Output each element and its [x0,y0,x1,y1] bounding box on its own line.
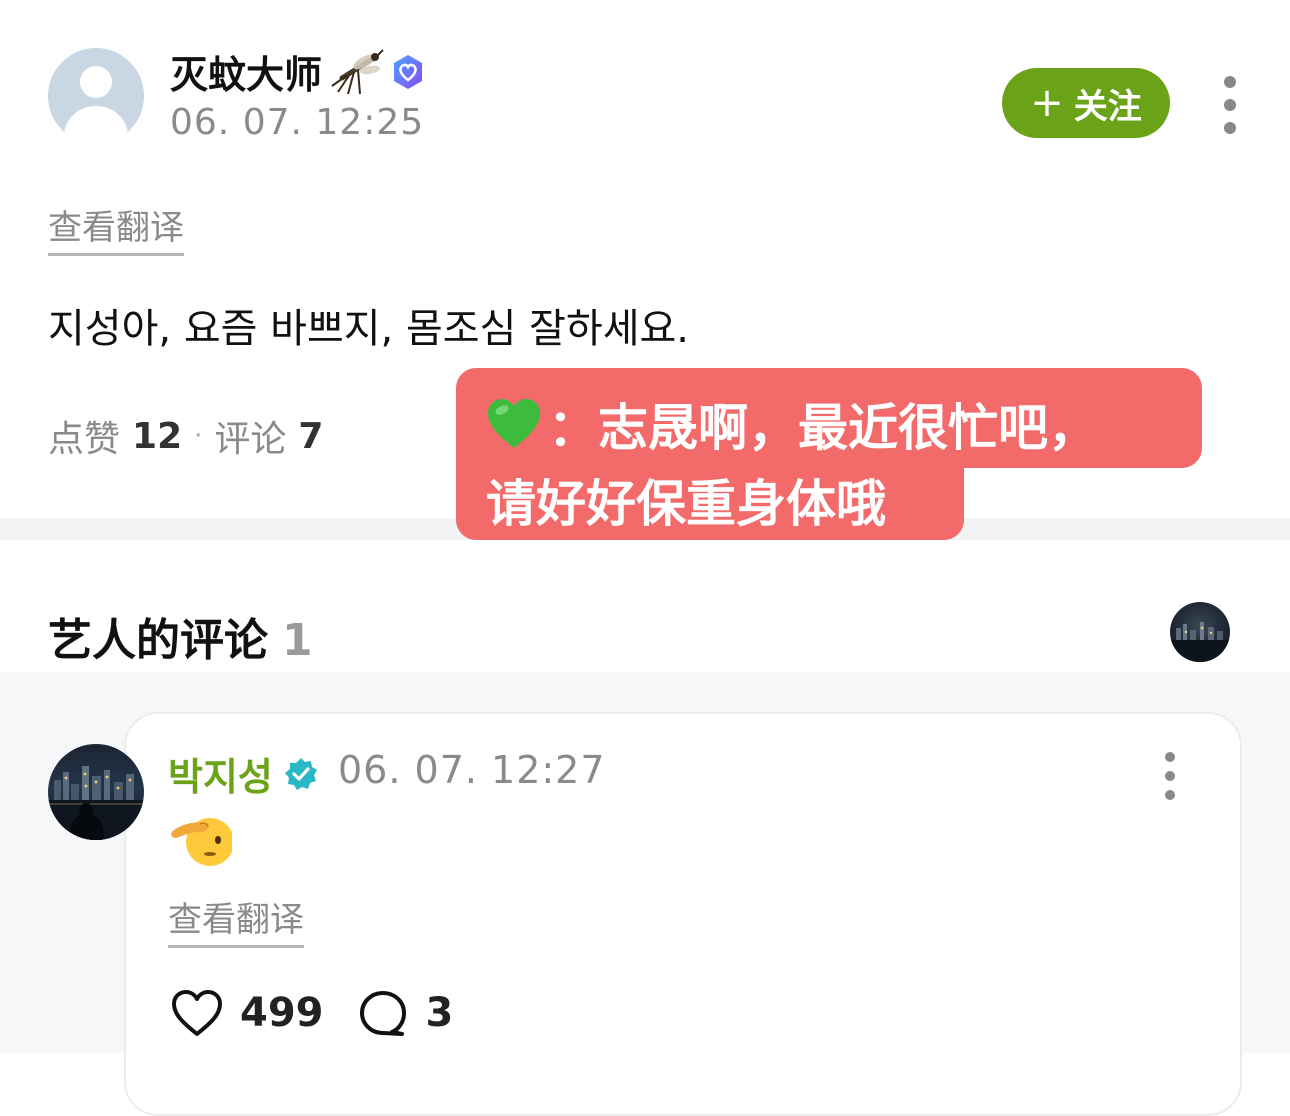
translation-overlay: ：志晟啊，最近很忙吧， 请好好保重身体哦 [456,368,1202,540]
heart-icon[interactable] [170,988,224,1038]
artist-name-row[interactable]: 박지성 [168,746,319,801]
city-night-icon [1170,622,1230,662]
artist-comments-count: 1 [282,615,313,666]
post-text: 지성아, 요즘 바쁘지, 몸조심 잘하세요. [48,306,690,352]
green-heart-icon [488,399,540,448]
artist-name[interactable]: 박지성 [168,746,273,801]
stats-separator: · [194,421,203,451]
comment-translate-link[interactable]: 查看翻译 [168,892,304,948]
comment-like-count: 499 [240,990,324,1036]
artist-mini-avatar[interactable] [1170,602,1230,662]
mosquito-icon [331,48,384,94]
post-stats: 点赞 12 · 评论 7 [48,410,323,462]
overlay-line2: 请好好保重身体哦 [486,475,886,533]
verified-badge-icon [284,757,317,790]
plus-icon: + [1030,80,1064,126]
author-avatar[interactable] [48,48,144,144]
fan-badge-icon [394,54,423,89]
post-more-options-icon[interactable] [1220,76,1240,134]
comment-reactions: 499 3 [170,988,453,1038]
comments-label: 评论 [214,419,287,460]
likes-label: 点赞 [48,419,121,460]
artist-avatar[interactable] [48,744,144,840]
post-timestamp: 06. 07. 12:25 [170,102,425,143]
comment-timestamp: 06. 07. 12:27 [338,748,606,792]
artist-comments-label: 艺人的评论 [48,615,268,666]
reply-bubble-icon[interactable] [358,989,408,1037]
likes-count: 12 [132,415,183,457]
comment-more-options-icon[interactable] [1160,752,1180,800]
author-name[interactable]: 灭蚊大师 [170,44,322,99]
artist-comments-title: 艺人的评论 1 [48,604,313,668]
overlay-line1: ：志晟啊，最近很忙吧， [548,399,1098,457]
city-night-photo-icon [48,766,144,840]
follow-label: 关注 [1073,86,1142,127]
follow-button[interactable]: + 关注 [1002,68,1170,138]
comment-reply-count: 3 [425,990,454,1036]
saluting-face-icon [171,818,232,866]
post-translate-link[interactable]: 查看翻译 [48,200,184,256]
comments-count: 7 [298,415,324,457]
author-name-row[interactable]: 灭蚊大师 [170,44,426,99]
